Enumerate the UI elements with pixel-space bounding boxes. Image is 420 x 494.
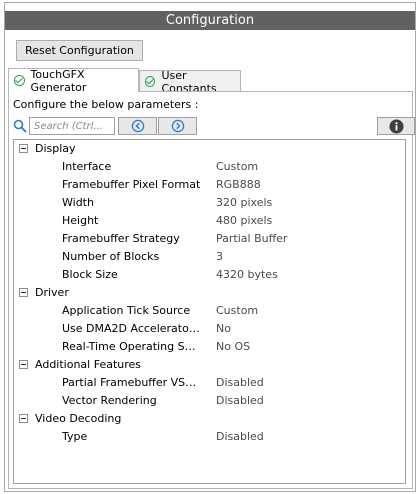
panel-title: Configuration — [5, 11, 415, 30]
property-value[interactable]: Custom — [216, 304, 258, 317]
property-value[interactable]: 480 pixels — [216, 214, 272, 227]
tree-group-additional-features[interactable]: Additional Features — [14, 356, 405, 374]
tree-row[interactable]: Partial Framebuffer VSync Disabled — [14, 374, 405, 392]
property-name: Real-Time Operating System — [62, 340, 202, 353]
property-value[interactable]: 4320 bytes — [216, 268, 278, 281]
tree-row[interactable]: Width 320 pixels — [14, 194, 405, 212]
reset-configuration-button[interactable]: Reset Configuration — [16, 40, 143, 61]
property-name: Framebuffer Strategy — [62, 232, 180, 245]
tree-row[interactable]: Block Size 4320 bytes — [14, 266, 405, 284]
property-name: Vector Rendering — [62, 394, 157, 407]
group-label: Additional Features — [35, 358, 142, 371]
group-label: Video Decoding — [35, 412, 122, 425]
collapse-minus-icon[interactable] — [19, 144, 28, 153]
tab-user-constants[interactable]: User Constants — [139, 69, 241, 95]
collapse-minus-icon[interactable] — [19, 360, 28, 369]
tree-row[interactable]: Application Tick Source Custom — [14, 302, 405, 320]
property-value[interactable]: RGB888 — [216, 178, 261, 191]
tree-row[interactable]: Interface Custom — [14, 158, 405, 176]
property-name: Framebuffer Pixel Format — [62, 178, 201, 191]
check-circle-icon — [145, 76, 156, 87]
search-next-button[interactable] — [158, 117, 197, 135]
tree-row[interactable]: Number of Blocks 3 — [14, 248, 405, 266]
property-name: Use DMA2D Accelerator (Chrom-ART) — [62, 322, 202, 335]
property-name: Block Size — [62, 268, 118, 281]
collapse-minus-icon[interactable] — [19, 288, 28, 297]
group-label: Driver — [35, 286, 69, 299]
configuration-panel: Configuration Reset Configuration TouchG… — [4, 2, 416, 492]
tree-row[interactable]: Framebuffer Pixel Format RGB888 — [14, 176, 405, 194]
tree-row[interactable]: Type Disabled — [14, 428, 405, 446]
configure-label: Configure the below parameters : — [13, 98, 199, 111]
tree-group-video-decoding[interactable]: Video Decoding — [14, 410, 405, 428]
property-name: Width — [62, 196, 94, 209]
collapse-minus-icon[interactable] — [19, 414, 28, 423]
arrow-left-circle-icon — [131, 119, 144, 133]
property-value[interactable]: Disabled — [216, 376, 264, 389]
info-icon — [389, 119, 403, 133]
tree-row[interactable]: Vector Rendering Disabled — [14, 392, 405, 410]
info-button[interactable] — [377, 117, 415, 135]
property-value[interactable]: Partial Buffer — [216, 232, 287, 245]
property-name: Number of Blocks — [62, 250, 160, 263]
parameter-tree: Display Interface Custom Framebuffer Pix… — [13, 139, 406, 484]
tree-row[interactable]: Framebuffer Strategy Partial Buffer — [14, 230, 405, 248]
group-label: Display — [35, 142, 76, 155]
tree-group-display[interactable]: Display — [14, 140, 405, 158]
arrow-right-circle-icon — [171, 119, 184, 133]
property-value[interactable]: Disabled — [216, 394, 264, 407]
property-value[interactable]: No OS — [216, 340, 250, 353]
property-value[interactable]: Custom — [216, 160, 258, 173]
tree-row[interactable]: Real-Time Operating System No OS — [14, 338, 405, 356]
search-previous-button[interactable] — [118, 117, 157, 135]
tree-group-driver[interactable]: Driver — [14, 284, 405, 302]
property-value[interactable]: 3 — [216, 250, 223, 263]
property-value[interactable]: No — [216, 322, 231, 335]
property-name: Interface — [62, 160, 112, 173]
property-value[interactable]: Disabled — [216, 430, 264, 443]
tab-content: Configure the below parameters : Search … — [8, 91, 415, 489]
property-name: Type — [62, 430, 88, 443]
property-name: Height — [62, 214, 99, 227]
property-value[interactable]: 320 pixels — [216, 196, 272, 209]
tree-row[interactable]: Height 480 pixels — [14, 212, 405, 230]
tree-row[interactable]: Use DMA2D Accelerator (Chrom-ART) No — [14, 320, 405, 338]
check-circle-icon — [14, 75, 25, 86]
search-input[interactable] — [29, 117, 115, 135]
property-name: Application Tick Source — [62, 304, 191, 317]
search-icon — [13, 119, 27, 133]
property-name: Partial Framebuffer VSync — [62, 376, 202, 389]
tab-touchgfx-generator[interactable]: TouchGFX Generator — [8, 67, 139, 94]
tab-label: TouchGFX Generator — [30, 67, 87, 94]
